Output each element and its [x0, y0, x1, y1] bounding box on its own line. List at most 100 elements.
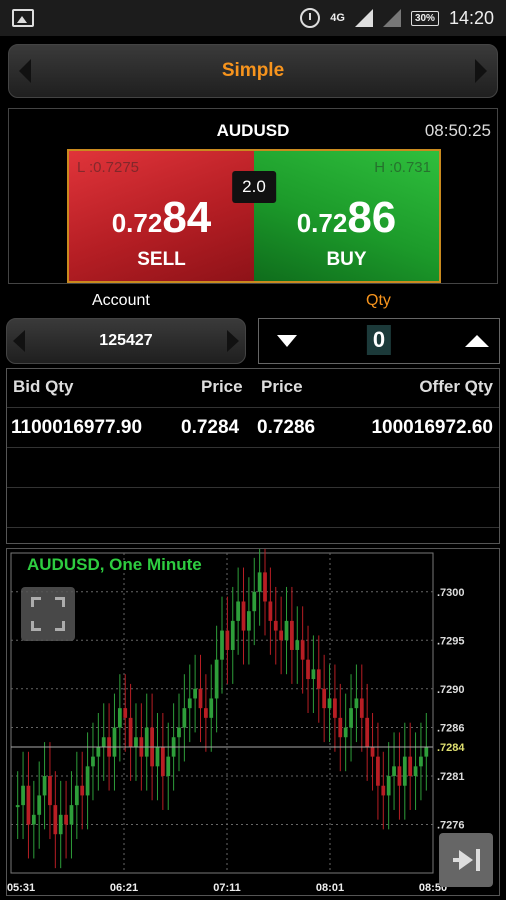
account-selector[interactable]: 125427: [6, 318, 246, 364]
header-bid-price: Price: [201, 377, 243, 396]
candle-body: [273, 620, 278, 631]
candle-body: [365, 717, 370, 747]
candle-body: [316, 669, 321, 689]
candle-body: [354, 698, 359, 709]
candle-body: [392, 766, 396, 777]
quote-panel: AUDUSD 08:50:25 2.0 L :0.7275 0.7284 SEL…: [8, 108, 498, 284]
account-label: Account: [92, 292, 150, 309]
candle-body: [155, 746, 160, 767]
candle-body: [80, 785, 85, 796]
price-chart[interactable]: AUDUSD, One Minute .7300 .7295 .7290 .7286.…: [6, 548, 500, 896]
candle-body: [74, 785, 79, 806]
candle-body: [419, 756, 423, 767]
sell-button[interactable]: L :0.7275 0.7284 SELL: [69, 151, 254, 281]
x-tick-label: 05:31: [7, 882, 35, 894]
status-time: 14:20: [448, 7, 494, 28]
candle-body: [15, 805, 20, 808]
current-price-label: .7284: [437, 742, 465, 754]
mode-next-icon[interactable]: [475, 59, 487, 83]
candle-body: [359, 698, 364, 718]
candle-body: [123, 708, 128, 718]
sell-price-prefix: 0.72: [111, 208, 163, 238]
signal-icon: [354, 9, 373, 27]
candle-body: [42, 776, 47, 796]
candle-body: [91, 756, 95, 767]
alarm-icon: [300, 8, 321, 28]
buy-button[interactable]: H :0.731 0.7286 BUY: [254, 151, 439, 281]
signal-secondary-icon: [382, 9, 401, 27]
candle-body: [257, 572, 262, 592]
header-offer-price: Price: [261, 377, 303, 396]
account-prev-icon[interactable]: [13, 330, 25, 352]
candle-body: [209, 698, 214, 718]
quantity-stepper[interactable]: 0: [258, 318, 500, 364]
candle-body: [284, 620, 289, 641]
candle-body: [214, 659, 219, 699]
candle-body: [424, 746, 429, 757]
candle-body: [376, 756, 380, 786]
mode-selector[interactable]: Simple: [8, 44, 498, 98]
candle-body: [263, 572, 267, 602]
candle-body: [48, 776, 52, 806]
scroll-to-end-button[interactable]: [439, 833, 493, 887]
candle-body: [306, 659, 310, 680]
candle-body: [21, 785, 25, 806]
high-price: H :0.731: [374, 159, 431, 176]
status-bar: 4G 30% 14:20: [0, 0, 506, 36]
candle-body: [58, 814, 63, 835]
buy-label: BUY: [326, 249, 367, 270]
candle-body: [112, 727, 117, 757]
chart-canvas: .7300 .7295 .7290 .7286 .7281 .7276 05:31 06:21…: [7, 549, 465, 894]
row-offer-qty: 100016972.60: [371, 417, 493, 438]
y-tick-label: .7276: [437, 820, 465, 832]
candle-body: [300, 640, 305, 660]
candle-body: [236, 601, 241, 621]
candle-body: [64, 814, 68, 825]
row-bid-qty: 1100016977.90: [11, 417, 143, 438]
candle-body: [193, 688, 197, 699]
candle-body: [386, 776, 391, 796]
candle-body: [182, 708, 187, 728]
chart-title: AUDUSD, One Minute: [27, 555, 202, 574]
mode-prev-icon[interactable]: [19, 59, 31, 83]
symbol-label: AUDUSD: [216, 121, 290, 140]
expand-chart-button[interactable]: [21, 587, 75, 641]
network-type: 4G: [330, 12, 345, 24]
mode-title: Simple: [221, 60, 285, 81]
candle-body: [96, 746, 101, 757]
candle-body: [381, 785, 386, 796]
candle-body: [247, 611, 251, 631]
buy-price-prefix: 0.72: [296, 208, 348, 238]
price-box: 2.0 L :0.7275 0.7284 SELL H :0.731 0.728…: [67, 149, 441, 283]
spread-badge: 2.0: [232, 171, 276, 203]
candle-body: [268, 601, 273, 621]
candle-body: [117, 708, 122, 728]
candle-body: [203, 708, 208, 718]
candle-body: [333, 698, 337, 718]
candle-body: [370, 746, 375, 757]
row-offer-price: 0.7286: [257, 417, 316, 438]
qty-label: Qty: [366, 292, 391, 309]
candle-body: [166, 756, 171, 777]
expand-icon: [31, 597, 41, 607]
candle-body: [397, 766, 402, 786]
candle-body: [128, 717, 133, 747]
qty-input[interactable]: 0: [366, 325, 392, 355]
buy-price: 0.7286: [254, 193, 439, 243]
candle-body: [408, 756, 413, 777]
qty-increase-icon[interactable]: [465, 335, 489, 347]
account-next-icon[interactable]: [227, 330, 239, 352]
candle-body: [198, 688, 203, 709]
y-tick-label: .7286: [437, 723, 465, 735]
x-tick-label: 06:21: [110, 882, 138, 894]
candle-body: [53, 805, 58, 835]
candle-body: [144, 727, 149, 757]
candle-body: [338, 717, 343, 738]
candle-body: [413, 766, 418, 777]
qty-decrease-icon[interactable]: [277, 335, 297, 347]
candle-body: [187, 698, 192, 709]
candle-body: [225, 630, 230, 650]
candle-body: [69, 805, 74, 825]
candle-body: [311, 669, 316, 680]
battery-indicator: 30%: [410, 10, 439, 26]
